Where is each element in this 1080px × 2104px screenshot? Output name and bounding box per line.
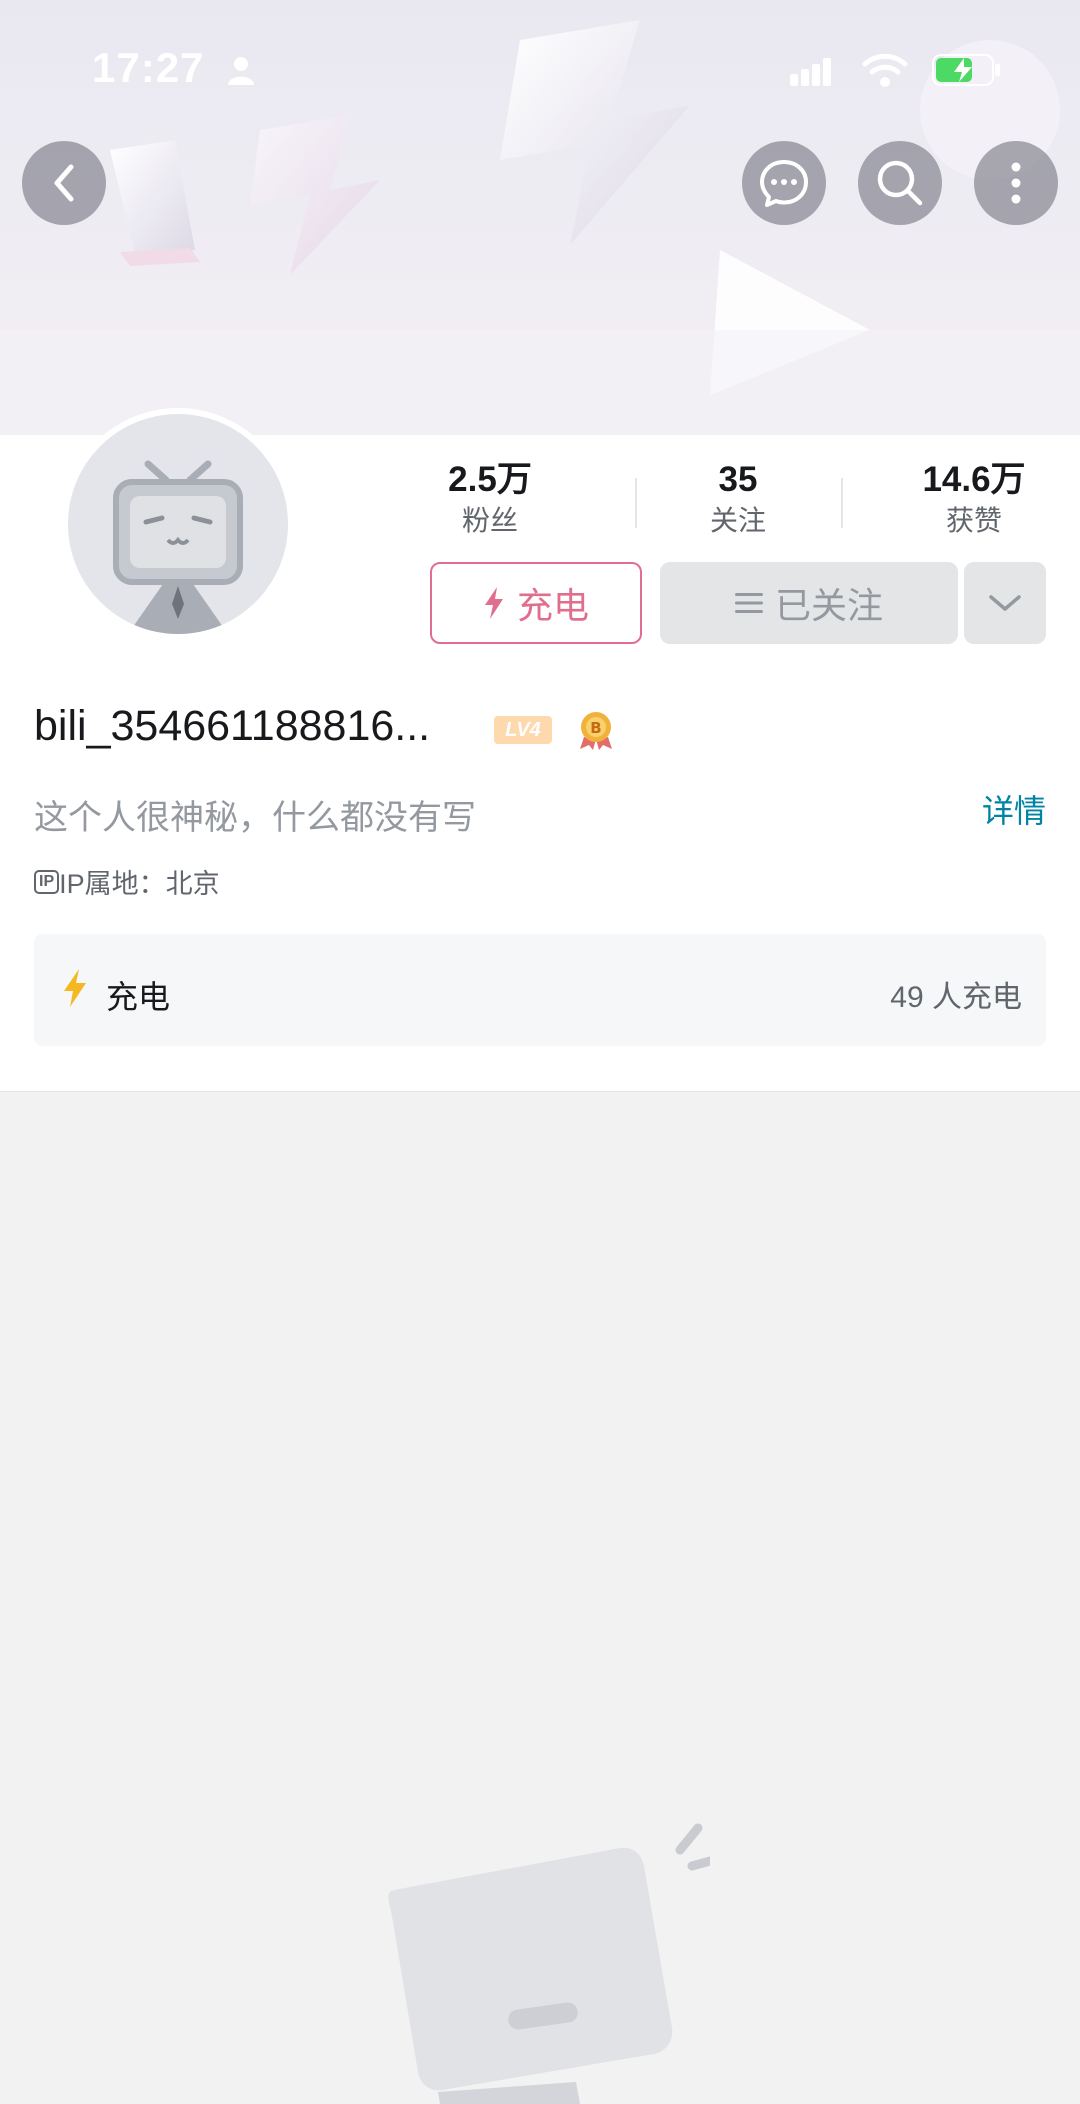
- status-time: 17:27: [92, 44, 205, 91]
- message-button[interactable]: [742, 141, 826, 225]
- followed-button[interactable]: 已关注: [660, 562, 958, 644]
- ip-location-text: IP属地：北京: [59, 862, 220, 901]
- stat-likes[interactable]: 14.6万 获赞: [884, 458, 1064, 540]
- chevron-down-icon: [989, 595, 1021, 611]
- likes-label: 获赞: [945, 505, 1002, 536]
- stat-followers[interactable]: 2.5万 粉丝: [400, 458, 580, 540]
- lightning-icon: [64, 969, 86, 1007]
- battery-charging-icon: [932, 54, 1000, 86]
- status-bar: 17:27: [0, 0, 1080, 140]
- following-label: 关注: [709, 505, 766, 536]
- stat-following[interactable]: 35 关注: [648, 458, 828, 540]
- ip-location: IP IP属地：北京: [34, 862, 220, 901]
- followed-button-label: 已关注: [774, 585, 883, 626]
- level-badge[interactable]: LV4: [494, 716, 552, 744]
- more-vertical-icon: [1011, 162, 1021, 204]
- detail-link[interactable]: 详情: [982, 786, 1046, 832]
- search-button[interactable]: [858, 141, 942, 225]
- empty-state-illustration: [388, 1823, 710, 2104]
- medal-badge-icon[interactable]: B: [576, 709, 616, 751]
- charge-panel-label: 充电: [106, 979, 171, 1015]
- followers-count: 2.5万: [448, 460, 532, 499]
- followers-label: 粉丝: [461, 505, 518, 536]
- charge-button-label: 充电: [516, 585, 589, 626]
- default-tv-avatar-icon: [113, 460, 243, 634]
- back-button[interactable]: [22, 141, 106, 225]
- chevron-left-icon: [54, 164, 74, 202]
- signal-icon: [790, 58, 831, 86]
- likes-count: 14.6万: [922, 460, 1026, 499]
- wifi-icon: [862, 53, 908, 87]
- charge-button[interactable]: 充电: [430, 562, 642, 644]
- chat-bubble-icon: [760, 160, 808, 207]
- following-count: 35: [718, 460, 758, 499]
- ip-icon: IP: [34, 869, 60, 894]
- more-button[interactable]: [974, 141, 1058, 225]
- lightning-icon: [484, 587, 503, 619]
- menu-lines-icon: [734, 593, 763, 613]
- svg-text:B: B: [590, 719, 601, 737]
- signature-text: 这个人很神秘，什么都没有写: [34, 799, 476, 837]
- avatar[interactable]: [68, 414, 288, 634]
- person-icon: [228, 57, 254, 85]
- username: bili_354661188816...: [34, 702, 431, 750]
- charge-panel[interactable]: 充电 49 人充电: [34, 934, 1046, 1046]
- search-icon: [877, 160, 923, 206]
- follow-dropdown-button[interactable]: [964, 562, 1046, 644]
- charge-count: 49 人充电: [890, 981, 1022, 1014]
- stat-divider: [841, 478, 843, 528]
- stat-divider: [635, 478, 637, 528]
